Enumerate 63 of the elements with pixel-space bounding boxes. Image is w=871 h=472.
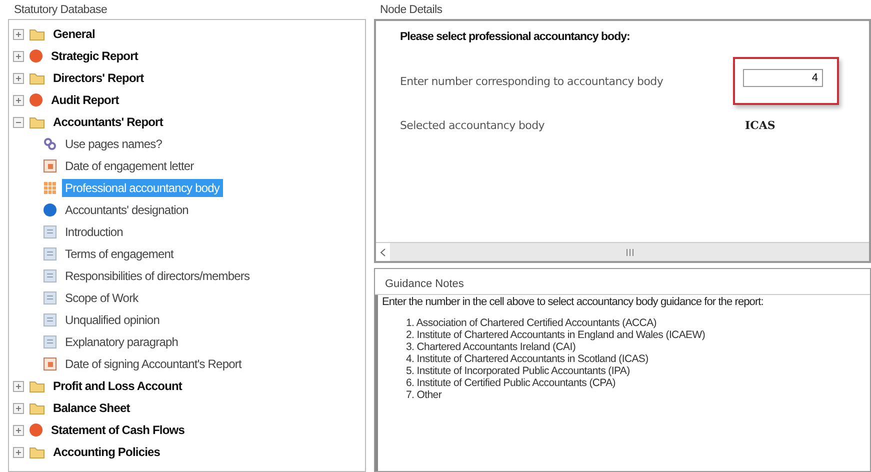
tree-item[interactable]: Introduction: [62, 223, 126, 241]
tree-item[interactable]: Accounting Policies: [50, 443, 164, 461]
page-icon: [43, 291, 57, 305]
link-icon: [43, 137, 57, 151]
tree-item[interactable]: Explanatory paragraph: [62, 333, 182, 351]
folder-icon: [29, 72, 45, 84]
calendar-icon: [43, 357, 57, 371]
page-icon: [43, 225, 57, 239]
tree-item[interactable]: Directors' Report: [50, 69, 147, 87]
expander-icon[interactable]: [13, 94, 24, 106]
tree-item[interactable]: Accountants' designation: [62, 201, 192, 219]
guidance-text: Enter the number in the cell above to select accountancy body guidance for the report:: [382, 296, 764, 308]
tree-item[interactable]: Scope of Work: [62, 289, 142, 307]
grid-icon: [43, 181, 57, 195]
tree-item[interactable]: Use pages names?: [62, 135, 165, 153]
details-heading: Please select professional accountancy body:: [400, 31, 631, 43]
panel-title: Guidance Notes: [385, 278, 464, 290]
grip-icon: [626, 248, 634, 256]
tree-item[interactable]: Strategic Report: [48, 47, 141, 65]
expander-icon[interactable]: [13, 72, 24, 84]
tree-item[interactable]: Responsibilities of directors/members: [62, 267, 253, 285]
field-label: Enter number corresponding to accountancy body: [400, 74, 664, 88]
field-label: Selected accountancy body: [400, 119, 546, 132]
page-icon: [43, 335, 57, 349]
guidance-option: 1. Association of Chartered Certified Accountants (ACCA): [382, 317, 866, 329]
guidance-option: 3. Chartered Accountants Ireland (CAI): [382, 341, 866, 353]
calendar-icon: [43, 159, 57, 173]
expander-icon[interactable]: [13, 28, 24, 40]
guidance-option: 2. Institute of Chartered Accountants in England and Wales (ICAEW): [382, 329, 866, 341]
tree-item[interactable]: Profit and Loss Account: [50, 377, 186, 395]
folder-icon: [29, 116, 45, 128]
expander-icon[interactable]: [13, 50, 24, 62]
scroll-left-icon[interactable]: [376, 243, 390, 261]
folder-icon: [29, 402, 45, 414]
panel-title: Node Details: [379, 4, 444, 18]
page-icon: [43, 247, 57, 261]
tree-item[interactable]: Statement of Cash Flows: [48, 421, 188, 439]
tree-item[interactable]: Accountants' Report: [50, 113, 166, 131]
expander-icon[interactable]: [13, 402, 24, 414]
expander-icon[interactable]: [13, 380, 24, 392]
folder-icon: [29, 446, 45, 458]
tree-item[interactable]: Balance Sheet: [50, 399, 133, 417]
horizontal-scrollbar[interactable]: [376, 242, 869, 261]
tree-item[interactable]: General: [50, 25, 98, 43]
guidance-option: 5. Institute of Incorporated Public Accountants (IPA): [382, 365, 866, 377]
tree-item[interactable]: Terms of engagement: [62, 245, 176, 263]
field-value: ICAS: [745, 119, 776, 132]
tree-item[interactable]: Audit Report: [48, 91, 122, 109]
folder-icon: [29, 380, 45, 392]
expander-icon[interactable]: [13, 424, 24, 436]
tree-item[interactable]: Date of signing Accountant's Report: [62, 355, 244, 373]
page-icon: [43, 269, 57, 283]
page-icon: [43, 313, 57, 327]
tree-item[interactable]: Unqualified opinion: [62, 311, 162, 329]
guidance-option: 4. Institute of Chartered Accountants in Scotland (ICAS): [382, 353, 866, 365]
number-field[interactable]: 4: [743, 69, 823, 87]
guidance-option: 6. Institute of Certified Public Accountants (CPA): [382, 377, 866, 389]
folder-icon: [29, 28, 45, 40]
tree-item[interactable]: Date of engagement letter: [62, 157, 197, 175]
expander-icon[interactable]: [13, 116, 24, 128]
panel-title: Statutory Database: [13, 4, 108, 18]
expander-icon[interactable]: [13, 446, 24, 458]
guidance-option: 7. Other: [382, 389, 866, 401]
